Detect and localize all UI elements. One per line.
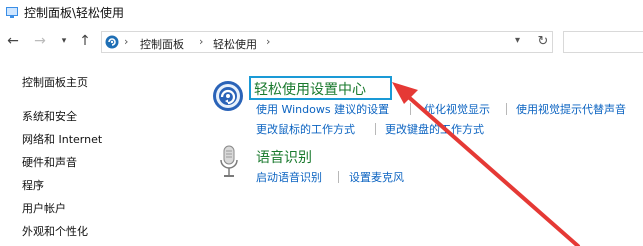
annotation-arrow	[392, 82, 580, 246]
